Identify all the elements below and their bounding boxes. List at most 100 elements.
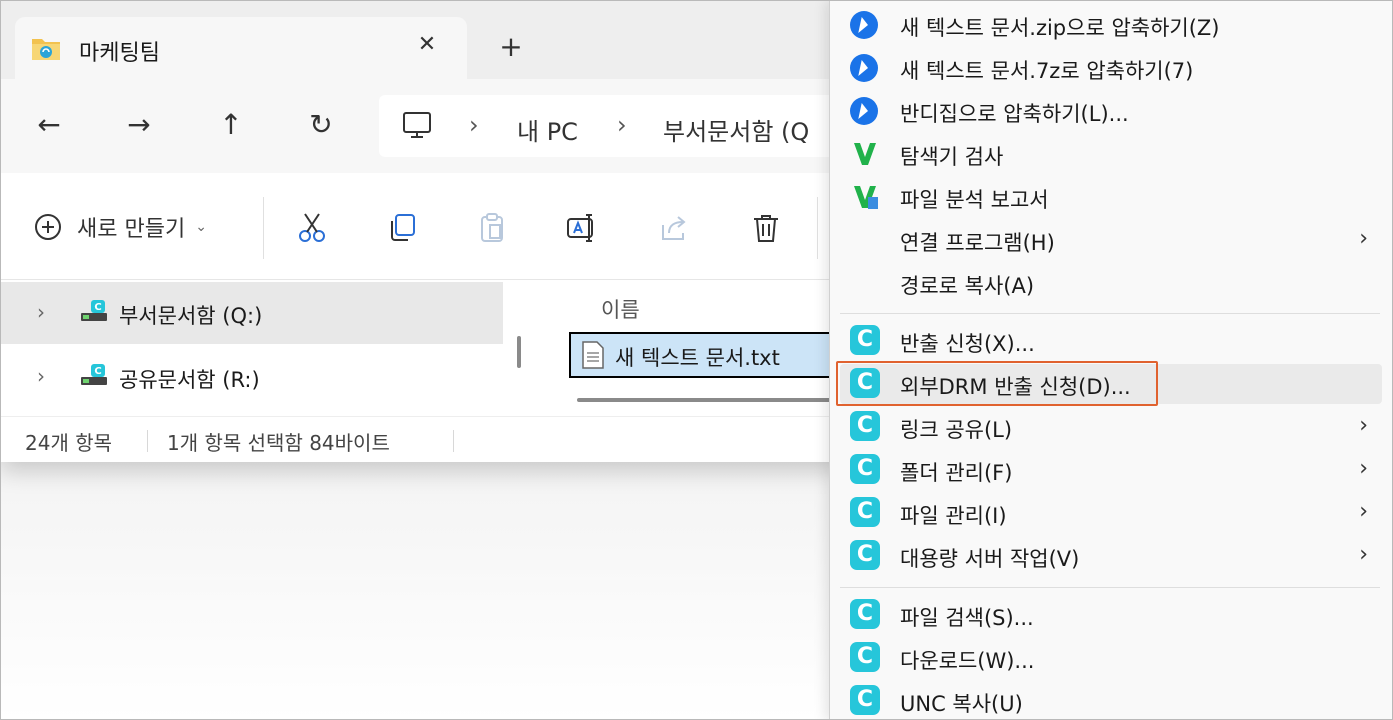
file-list: 이름 새 텍스트 문서.txt (541, 280, 859, 416)
c-app-icon: C (850, 411, 882, 443)
menu-item-label: UNC 복사(U) (900, 692, 1023, 716)
menu-item-folder-manage[interactable]: C 폴더 관리(F) › (840, 450, 1382, 490)
screenshot-frame: 마케팅팀 ✕ + ← → ↑ ↻ › 내 PC › 부서문서함 (Q 새로 만들… (0, 0, 1393, 720)
vertical-scrollbar-thumb[interactable] (517, 336, 521, 368)
menu-item-explorer-scan[interactable]: 탐색기 검사 (840, 134, 1382, 174)
status-divider (453, 430, 454, 452)
callout-highlight-box (836, 361, 1158, 406)
toolbar-divider (817, 197, 818, 259)
menu-item-bandizip[interactable]: 반디집으로 압축하기(L)... (840, 91, 1382, 131)
file-item-selected[interactable]: 새 텍스트 문서.txt (569, 332, 859, 378)
menu-item-label: 새 텍스트 문서.7z로 압축하기(7) (900, 59, 1194, 83)
tree-item-label: 부서문서함 (Q:) (119, 304, 263, 328)
column-header-name[interactable]: 이름 (601, 294, 640, 324)
menu-item-label: 파일 관리(I) (900, 504, 1007, 528)
v3-icon (854, 143, 876, 165)
breadcrumb-separator: › (469, 111, 479, 139)
c-app-icon: C (850, 325, 882, 357)
menu-item-label: 반디집으로 압축하기(L)... (900, 102, 1129, 126)
menu-item-file-manage[interactable]: C 파일 관리(I) › (840, 493, 1382, 533)
text-file-icon (582, 341, 604, 369)
tree-item-department-q[interactable]: › C 부서문서함 (Q:) (1, 282, 503, 344)
menu-item-label: 폴더 관리(F) (900, 461, 1013, 485)
c-app-icon: C (850, 642, 882, 674)
c-app-icon: C (850, 599, 882, 631)
menu-item-label: 대용량 서버 작업(V) (900, 547, 1080, 571)
breadcrumb-drive[interactable]: 부서문서함 (Q (663, 112, 809, 147)
back-icon[interactable]: ← (31, 107, 67, 143)
new-button[interactable]: 새로 만들기 ⌄ (35, 209, 207, 245)
menu-item-export-request[interactable]: C 반출 신청(X)... (840, 321, 1382, 361)
new-button-label: 새로 만들기 (77, 217, 186, 242)
title-bar: 마케팅팀 ✕ + (1, 1, 841, 79)
horizontal-scrollbar-thumb[interactable] (577, 398, 847, 402)
menu-item-label: 링크 공유(L) (900, 418, 1013, 442)
new-tab-button[interactable]: + (493, 29, 529, 65)
status-selection: 1개 항목 선택함 84바이트 (167, 431, 390, 455)
menu-item-7z[interactable]: 새 텍스트 문서.7z로 압축하기(7) (840, 48, 1382, 88)
menu-item-zip[interactable]: 새 텍스트 문서.zip으로 압축하기(Z) (840, 5, 1382, 45)
network-drive-icon: C (81, 364, 107, 385)
menu-item-label: 새 텍스트 문서.zip으로 압축하기(Z) (900, 16, 1220, 40)
c-app-icon: C (850, 685, 882, 717)
network-drive-icon: C (81, 300, 107, 321)
status-item-count: 24개 항목 (25, 431, 113, 455)
menu-separator (840, 313, 1380, 314)
status-bar: 24개 항목 1개 항목 선택함 84바이트 (1, 416, 841, 462)
toolbar-divider (263, 197, 264, 259)
svg-text:C: C (94, 366, 101, 377)
tree-item-shared-r[interactable]: › C 공유문서함 (R:) (1, 346, 503, 408)
bandizip-icon (850, 95, 882, 127)
chevron-right-icon: › (1359, 499, 1368, 524)
c-app-icon: C (850, 497, 882, 529)
paste-icon (481, 213, 503, 242)
copy-icon[interactable] (385, 211, 419, 245)
cut-icon[interactable] (295, 211, 329, 245)
tree-item-label: 공유문서함 (R:) (119, 368, 260, 392)
chevron-down-icon: ⌄ (195, 219, 207, 235)
address-bar[interactable]: › 내 PC › 부서문서함 (Q (379, 95, 849, 157)
breadcrumb-my-pc[interactable]: 내 PC (517, 112, 578, 147)
tab-close-icon[interactable]: ✕ (411, 29, 443, 61)
tab-marketing[interactable]: 마케팅팀 ✕ (15, 17, 467, 79)
menu-item-label: 연결 프로그램(H) (900, 231, 1055, 255)
v3-report-icon (854, 186, 878, 209)
c-app-icon: C (850, 540, 882, 572)
menu-item-label: 파일 검색(S)... (900, 606, 1034, 630)
chevron-right-icon[interactable]: › (37, 364, 45, 388)
computer-icon (403, 112, 431, 138)
plus-circle-icon (35, 214, 61, 240)
menu-item-file-report[interactable]: 파일 분석 보고서 (840, 177, 1382, 217)
menu-item-label: 반출 신청(X)... (900, 332, 1035, 356)
menu-item-file-search[interactable]: C 파일 검색(S)... (840, 595, 1382, 635)
svg-text:C: C (94, 302, 101, 313)
rename-icon[interactable] (565, 211, 599, 245)
menu-item-label: 다운로드(W)... (900, 649, 1035, 673)
navigation-bar: ← → ↑ ↻ › 내 PC › 부서문서함 (Q (1, 79, 849, 173)
menu-separator (840, 587, 1380, 588)
delete-icon[interactable] (749, 211, 783, 245)
bandizip-icon (850, 52, 882, 84)
chevron-right-icon: › (1359, 413, 1368, 438)
menu-item-link-share[interactable]: C 링크 공유(L) › (840, 407, 1382, 447)
file-name: 새 텍스트 문서.txt (615, 346, 780, 370)
menu-item-open-with[interactable]: 연결 프로그램(H) › (840, 220, 1382, 260)
menu-item-copy-path[interactable]: 경로로 복사(A) (840, 263, 1382, 303)
c-app-icon: C (850, 454, 882, 486)
status-divider (147, 430, 148, 452)
up-icon[interactable]: ↑ (213, 107, 249, 143)
menu-item-label: 경로로 복사(A) (900, 274, 1035, 298)
file-explorer-window: 마케팅팀 ✕ + ← → ↑ ↻ › 내 PC › 부서문서함 (Q 새로 만들… (1, 1, 859, 462)
share-icon (662, 216, 686, 240)
refresh-icon[interactable]: ↻ (303, 107, 339, 143)
menu-item-unc-copy[interactable]: C UNC 복사(U) (840, 681, 1382, 719)
menu-item-large-server-job[interactable]: C 대용량 서버 작업(V) › (840, 536, 1382, 576)
chevron-right-icon[interactable]: › (37, 300, 45, 324)
breadcrumb-separator: › (617, 111, 627, 139)
menu-item-download[interactable]: C 다운로드(W)... (840, 638, 1382, 678)
chevron-right-icon: › (1359, 542, 1368, 567)
command-bar: 새로 만들기 ⌄ (1, 173, 841, 280)
folder-sync-icon (32, 39, 60, 60)
forward-icon[interactable]: → (121, 107, 157, 143)
chevron-right-icon: › (1359, 456, 1368, 481)
